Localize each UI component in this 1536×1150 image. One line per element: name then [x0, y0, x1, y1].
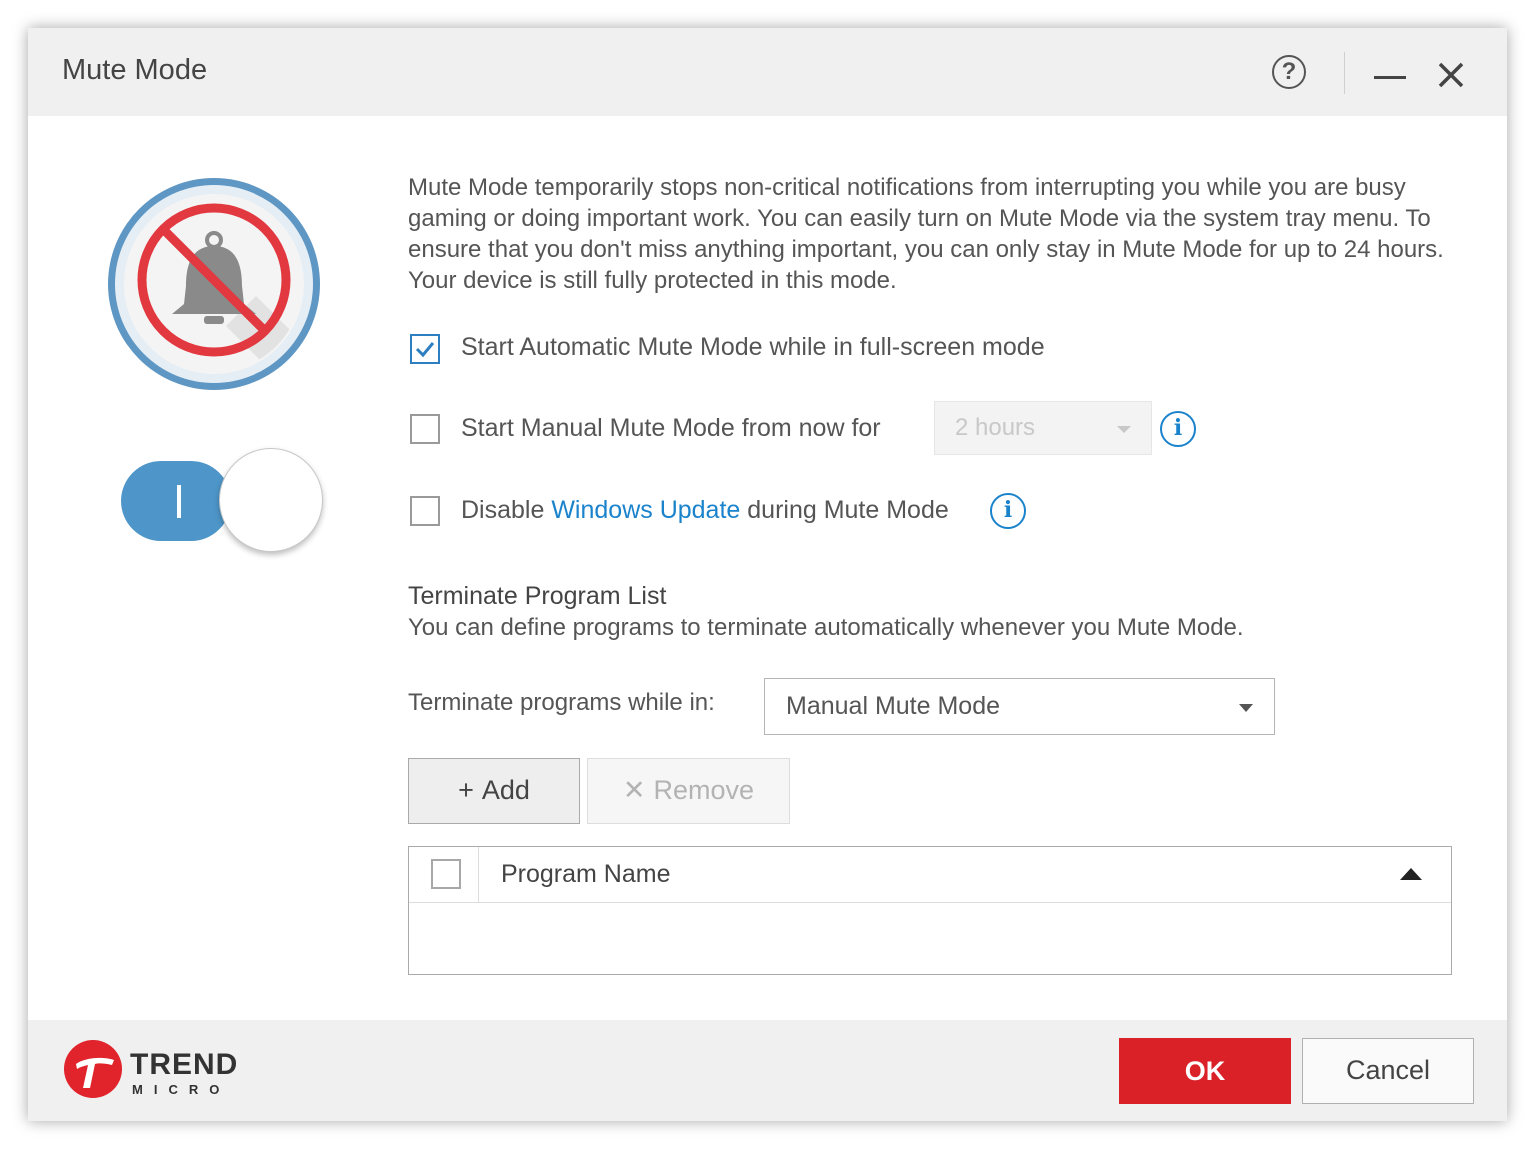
close-icon[interactable] [1436, 60, 1466, 90]
dialog-footer: TREND MICRO OK Cancel [28, 1020, 1507, 1121]
disable-update-checkbox[interactable] [410, 496, 440, 526]
help-icon[interactable]: ? [1272, 55, 1306, 89]
disable-update-prefix: Disable [461, 496, 552, 524]
window-title: Mute Mode [62, 54, 208, 86]
terminate-mode-select[interactable]: Manual Mute Mode [764, 678, 1275, 735]
terminate-section-description: You can define programs to terminate aut… [408, 614, 1244, 641]
auto-mute-label[interactable]: Start Automatic Mute Mode while in full-… [461, 333, 1045, 362]
trend-micro-logo: TREND MICRO [62, 1038, 242, 1104]
manual-mute-checkbox[interactable] [410, 414, 440, 444]
terminate-mode-label: Terminate programs while in: [408, 689, 715, 716]
table-header: Program Name [409, 847, 1451, 903]
add-program-button[interactable]: + Add [408, 758, 580, 824]
disable-update-label[interactable]: Disable Windows Update during Mute Mode [461, 496, 949, 525]
info-icon[interactable]: i [1160, 411, 1196, 447]
cancel-button[interactable]: Cancel [1302, 1038, 1474, 1104]
minimize-icon[interactable] [1374, 76, 1406, 79]
toggle-on-indicator [177, 485, 181, 518]
mute-bell-icon [108, 178, 320, 390]
terminate-section-title: Terminate Program List [408, 582, 667, 610]
mute-mode-dialog: Mute Mode ? Mute Mode temporarily stops … [28, 28, 1507, 1121]
trend-micro-logo-mark [64, 1040, 122, 1098]
remove-x-icon: ✕ [622, 775, 646, 805]
remove-program-button[interactable]: ✕ Remove [587, 758, 790, 824]
sort-up-icon[interactable] [1400, 868, 1422, 880]
select-all-checkbox[interactable] [431, 859, 461, 889]
program-table: Program Name [408, 846, 1452, 975]
disable-update-suffix: during Mute Mode [740, 496, 949, 524]
header-divider [478, 847, 479, 903]
windows-update-link[interactable]: Windows Update [551, 496, 740, 524]
mute-mode-toggle[interactable] [121, 461, 231, 541]
ok-button[interactable]: OK [1119, 1038, 1291, 1104]
auto-mute-checkbox[interactable] [410, 334, 440, 364]
title-bar: Mute Mode ? [28, 28, 1507, 116]
manual-duration-select[interactable]: 2 hours [934, 401, 1152, 455]
manual-mute-label[interactable]: Start Manual Mute Mode from now for [461, 414, 881, 443]
info-icon[interactable]: i [990, 493, 1026, 529]
manual-duration-value: 2 hours [955, 414, 1036, 441]
remove-button-label: Remove [653, 775, 755, 805]
check-icon [415, 342, 435, 358]
chevron-down-icon [1117, 426, 1131, 433]
titlebar-divider [1344, 52, 1345, 94]
add-button-label: Add [481, 775, 530, 805]
toggle-knob[interactable] [219, 448, 323, 552]
program-name-column-header[interactable]: Program Name [501, 860, 671, 889]
logo-wordmark-bottom: MICRO [132, 1082, 231, 1097]
logo-wordmark-top: TREND [130, 1048, 239, 1081]
chevron-down-icon [1239, 704, 1253, 712]
terminate-mode-value: Manual Mute Mode [786, 692, 1001, 720]
mute-mode-description: Mute Mode temporarily stops non-critical… [408, 174, 1444, 294]
plus-icon: + [458, 775, 474, 805]
